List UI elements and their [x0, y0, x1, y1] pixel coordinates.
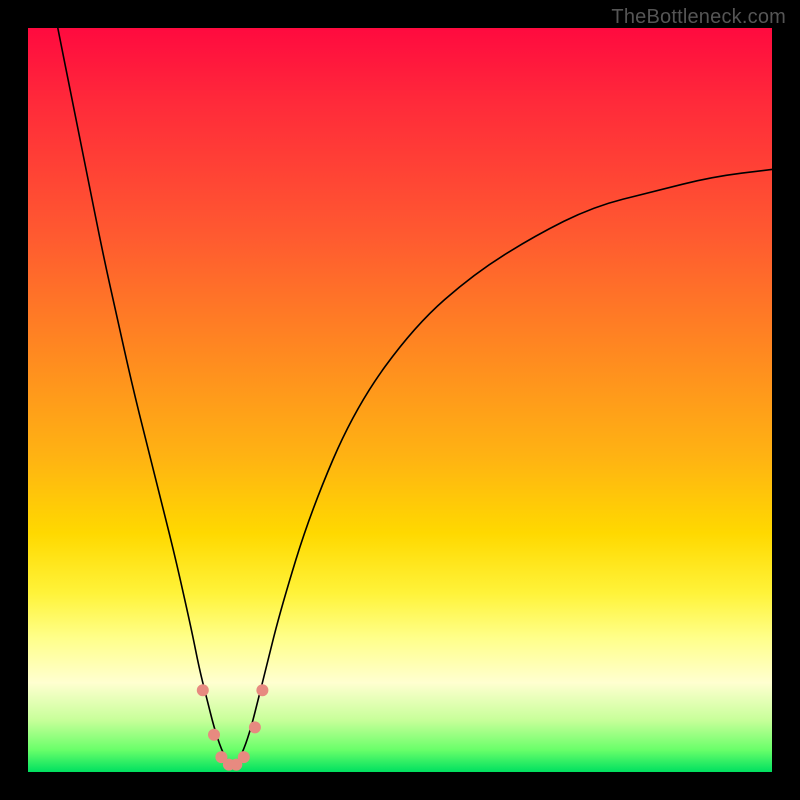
plot-area	[28, 28, 772, 772]
trough-marker	[249, 721, 261, 733]
trough-marker	[197, 684, 209, 696]
chart-frame: TheBottleneck.com	[0, 0, 800, 800]
bottleneck-curve	[28, 28, 772, 772]
trough-marker	[256, 684, 268, 696]
watermark: TheBottleneck.com	[611, 6, 786, 29]
curve-path	[58, 28, 772, 765]
trough-markers	[197, 684, 269, 770]
trough-marker	[208, 729, 220, 741]
trough-marker	[238, 751, 250, 763]
